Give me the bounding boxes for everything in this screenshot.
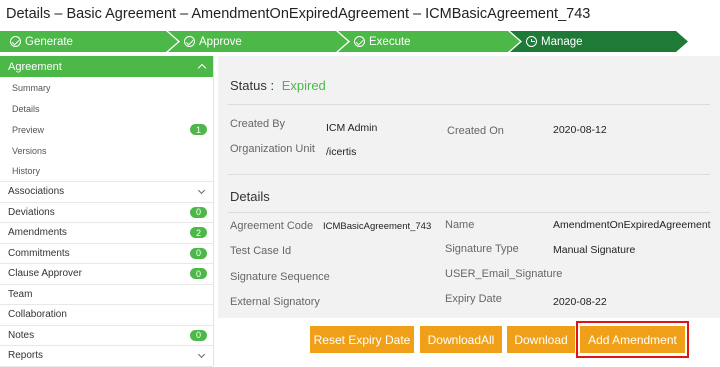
sidebar-item-label: Team xyxy=(8,288,33,300)
step-manage[interactable]: Manage xyxy=(510,31,688,52)
sidebar-subitem-preview[interactable]: Preview 1 xyxy=(0,119,213,140)
org-unit-label: Organization Unit xyxy=(230,143,315,155)
sidebar-item-label: Clause Approver xyxy=(8,268,82,280)
sidebar-item-clause-approver[interactable]: Clause Approver 0 xyxy=(0,264,213,285)
sidebar-subitem-label: History xyxy=(12,166,41,176)
sidebar-item-deviations[interactable]: Deviations 0 xyxy=(0,203,213,223)
signature-type-label: Signature Type xyxy=(445,243,519,255)
add-amendment-button[interactable]: Add Amendment xyxy=(580,326,685,353)
user-email-signature-label: USER_Email_Signature xyxy=(445,268,563,280)
sidebar-subitem-label: Summary xyxy=(12,82,51,93)
created-on-label: Created On xyxy=(447,125,504,137)
sidebar-item-label: Associations xyxy=(8,186,65,198)
agreement-code-value: ICMBasicAgreement_743 xyxy=(323,221,432,232)
sidebar-item-team[interactable]: Team xyxy=(0,285,213,305)
step-execute[interactable]: Execute xyxy=(338,31,520,52)
divider xyxy=(228,104,710,105)
workflow-bar: Generate Approve Execute Manage xyxy=(0,31,690,52)
sidebar-subitem-label: Versions xyxy=(12,145,47,156)
count-badge: 0 xyxy=(190,268,207,280)
name-label: Name xyxy=(445,219,475,231)
status-row: Status : Expired xyxy=(230,78,326,93)
sidebar-header-label: Agreement xyxy=(8,60,62,73)
step-label: Execute xyxy=(369,35,411,48)
count-badge: 0 xyxy=(190,206,207,218)
details-panel: Status : Expired Created By ICM Admin Cr… xyxy=(218,56,720,318)
step-label: Generate xyxy=(25,35,73,48)
check-circle-icon xyxy=(10,36,21,47)
sidebar-subitem-details[interactable]: Details xyxy=(0,98,213,119)
sidebar-item-reports[interactable]: Reports xyxy=(0,346,213,367)
sidebar-item-notes[interactable]: Notes 0 xyxy=(0,326,213,346)
sidebar-item-label: Collaboration xyxy=(8,309,67,321)
sidebar-header-agreement[interactable]: Agreement xyxy=(0,56,213,77)
test-case-label: Test Case Id xyxy=(230,245,292,257)
step-label: Approve xyxy=(199,35,242,48)
sidebar-item-collaboration[interactable]: Collaboration xyxy=(0,305,213,326)
page-title: Details – Basic Agreement – AmendmentOnE… xyxy=(6,6,591,22)
sidebar-subitem-history[interactable]: History xyxy=(0,161,213,182)
check-circle-icon xyxy=(354,36,365,47)
sidebar-subitem-summary[interactable]: Summary xyxy=(0,77,213,98)
expiry-date-value: 2020-08-22 xyxy=(553,296,607,308)
sidebar-item-commitments[interactable]: Commitments 0 xyxy=(0,244,213,264)
count-badge: 2 xyxy=(190,227,207,239)
sidebar-subitem-label: Details xyxy=(12,103,40,114)
sidebar: Agreement Summary Details Preview 1 Vers… xyxy=(0,56,214,367)
clock-icon xyxy=(526,36,537,47)
sidebar-item-label: Reports xyxy=(8,350,44,362)
status-value: Expired xyxy=(281,78,326,93)
chevron-up-icon xyxy=(197,63,207,73)
status-label: Status : xyxy=(230,78,275,93)
signature-sequence-label: Signature Sequence xyxy=(230,271,330,283)
signature-type-value: Manual Signature xyxy=(553,244,636,256)
org-unit-value: /icertis xyxy=(326,146,357,158)
divider xyxy=(228,174,710,175)
count-badge: 0 xyxy=(190,329,207,341)
reset-expiry-date-button[interactable]: Reset Expiry Date xyxy=(310,326,414,353)
sidebar-item-label: Commitments xyxy=(8,247,70,259)
sidebar-item-amendments[interactable]: Amendments 2 xyxy=(0,223,213,244)
sidebar-item-label: Deviations xyxy=(8,206,55,218)
sidebar-item-label: Notes xyxy=(8,329,35,341)
sidebar-subitem-versions[interactable]: Versions xyxy=(0,140,213,161)
created-on-value: 2020-08-12 xyxy=(553,124,607,136)
divider xyxy=(228,212,710,213)
check-circle-icon xyxy=(184,36,195,47)
chevron-down-icon xyxy=(197,186,206,194)
created-by-label: Created By xyxy=(230,118,286,130)
details-heading: Details xyxy=(230,189,270,204)
sidebar-item-label: Amendments xyxy=(8,227,67,239)
sidebar-item-associations[interactable]: Associations xyxy=(0,182,213,203)
step-label: Manage xyxy=(541,35,583,48)
created-by-value: ICM Admin xyxy=(326,122,378,134)
expiry-date-label: Expiry Date xyxy=(445,293,502,305)
external-signatory-label: External Signatory xyxy=(230,296,320,308)
step-generate[interactable]: Generate xyxy=(0,31,178,52)
name-value: AmendmentOnExpiredAgreement xyxy=(553,219,711,231)
step-approve[interactable]: Approve xyxy=(168,31,348,52)
count-badge: 0 xyxy=(190,247,207,259)
sidebar-subitem-label: Preview xyxy=(12,124,45,135)
chevron-down-icon xyxy=(197,350,206,358)
download-button[interactable]: Download xyxy=(507,326,575,353)
count-badge: 1 xyxy=(190,124,207,135)
download-all-button[interactable]: DownloadAll xyxy=(420,326,502,353)
agreement-code-label: Agreement Code xyxy=(230,220,314,232)
